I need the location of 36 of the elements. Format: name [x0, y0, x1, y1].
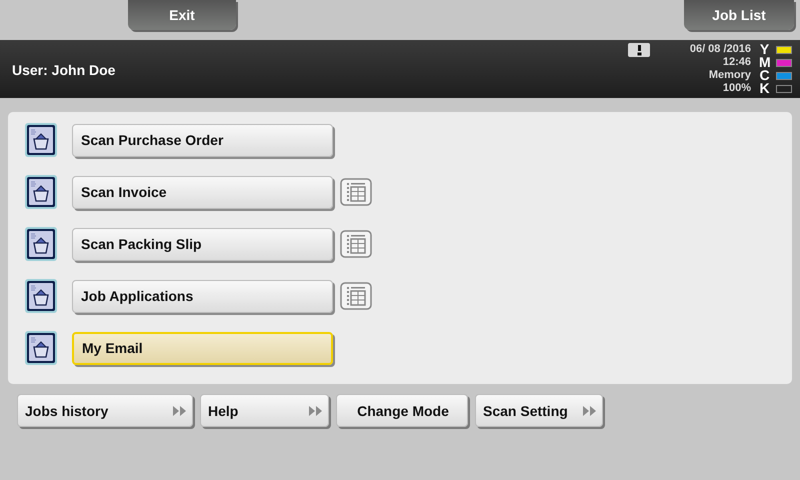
list-icon[interactable] — [340, 178, 372, 206]
menu-button[interactable]: Jobs history — [17, 394, 193, 427]
app-button[interactable]: My Email — [72, 332, 333, 364]
user-name: User: John Doe — [12, 62, 116, 78]
scan-app-icon[interactable] — [24, 174, 58, 210]
app-button[interactable]: Scan Purchase Order — [72, 124, 333, 156]
scan-app-icon[interactable] — [24, 330, 58, 366]
list-icon[interactable] — [340, 282, 372, 310]
memory-value: 100% — [722, 82, 751, 95]
app-button[interactable]: Job Applications — [72, 280, 333, 312]
toner-gauge — [776, 46, 792, 54]
double-arrow-icon — [309, 404, 323, 416]
toner-gauge — [776, 72, 792, 80]
app-button[interactable]: Scan Packing Slip — [72, 228, 333, 260]
warning-icon[interactable] — [628, 43, 650, 57]
menu-button[interactable]: Help — [200, 394, 329, 427]
menu-button[interactable]: Change Mode — [336, 394, 468, 427]
memory-label: Memory — [708, 69, 751, 82]
toner-letter: C — [759, 69, 770, 82]
scan-app-icon[interactable] — [24, 226, 58, 262]
toner-letter: Y — [759, 43, 770, 56]
time-text: 12:46 — [722, 56, 751, 69]
app-button[interactable]: Scan Invoice — [72, 176, 333, 208]
menu-button[interactable]: Scan Setting — [475, 394, 603, 427]
job-list-button[interactable]: Job List — [684, 0, 794, 30]
scan-app-icon[interactable] — [24, 278, 58, 314]
toner-letter: K — [759, 82, 770, 95]
scan-app-icon[interactable] — [24, 122, 58, 158]
toner-gauge — [776, 58, 792, 66]
double-arrow-icon — [173, 404, 187, 416]
toner-gauge — [776, 84, 792, 92]
toner-letter: M — [759, 56, 770, 69]
exit-button[interactable]: Exit — [128, 0, 236, 30]
list-icon[interactable] — [340, 230, 372, 258]
date-text: 06/ 08 /2016 — [690, 43, 751, 56]
double-arrow-icon — [583, 404, 597, 416]
